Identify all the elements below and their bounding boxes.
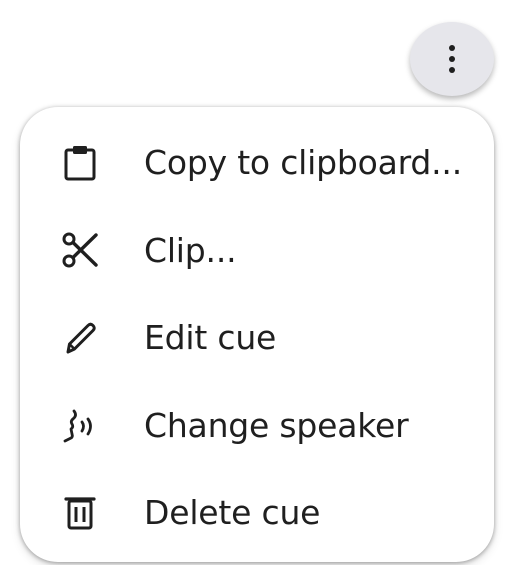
menu-item-copy-to-clipboard[interactable]: Copy to clipboard... [20,119,494,207]
menu-item-label: Change speaker [144,405,409,445]
menu-item-change-speaker[interactable]: Change speaker [20,382,494,470]
menu-item-label: Clip... [144,230,237,270]
menu-item-label: Delete cue [144,493,321,533]
scissors-icon [60,230,100,270]
menu-item-label: Edit cue [144,318,277,358]
pencil-icon [60,318,100,358]
menu-item-delete-cue[interactable]: Delete cue [20,469,494,557]
trash-icon [60,493,100,533]
clipboard-icon [60,143,100,183]
speaker-icon [60,405,100,445]
page: Copy to clipboard... Clip... Edit cue Ch… [0,0,507,565]
menu-item-edit-cue[interactable]: Edit cue [20,294,494,382]
menu-item-clip[interactable]: Clip... [20,207,494,295]
context-menu: Copy to clipboard... Clip... Edit cue Ch… [20,107,494,562]
more-vertical-icon [448,44,456,74]
menu-item-label: Copy to clipboard... [144,143,463,183]
more-options-button[interactable] [410,22,494,96]
